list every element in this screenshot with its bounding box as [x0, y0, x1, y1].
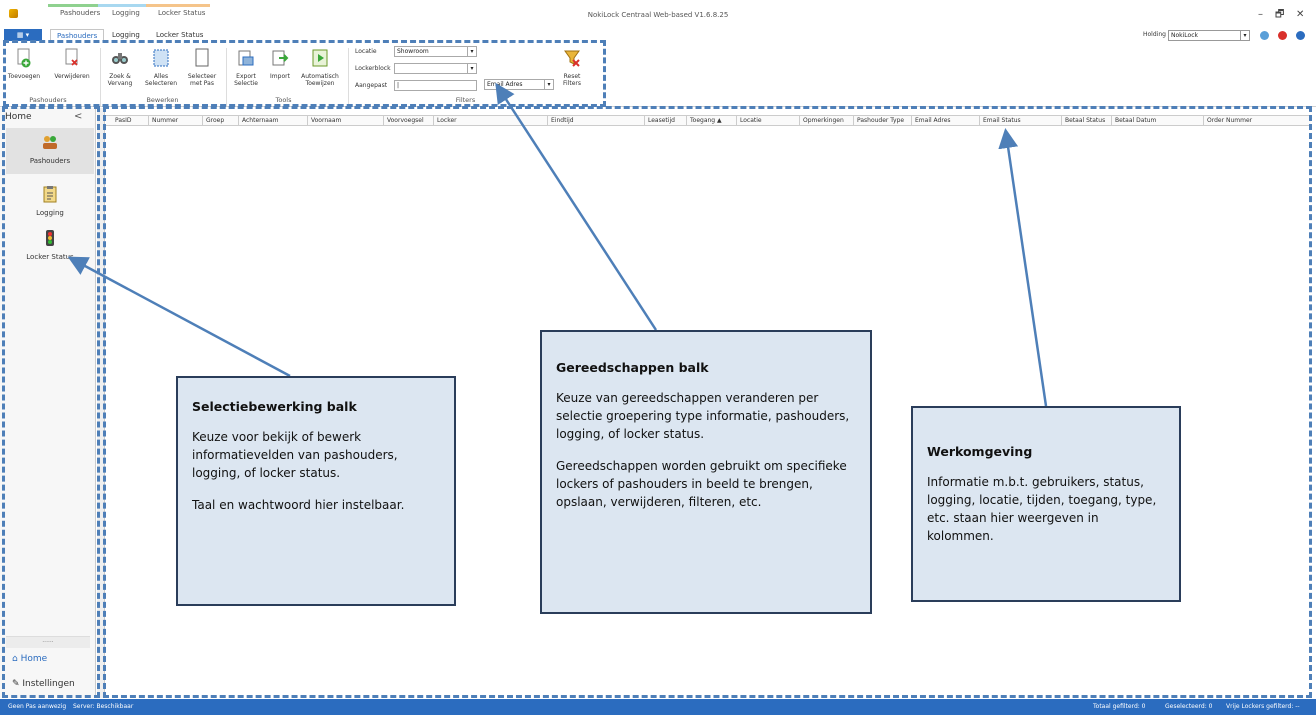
holding-select[interactable]: NokiLock ▾: [1168, 30, 1250, 41]
sidebar-highlight: [2, 106, 100, 698]
callout-text: Informatie m.b.t. gebruikers, status, lo…: [927, 475, 1157, 543]
stop-icon[interactable]: [1278, 31, 1287, 40]
callout-text: Keuze van gereedschappen veranderen per …: [556, 391, 850, 441]
callout-text: Gereedschappen worden gebruikt om specif…: [556, 459, 847, 509]
callout-title: Werkomgeving: [927, 444, 1033, 459]
status-geselecteerd: Geselecteerd: 0: [1165, 703, 1213, 710]
callout-tools-bar: Gereedschappen balk Keuze van gereedscha…: [540, 330, 872, 614]
title-bar: Pashouders Logging Locker Status NokiLoc…: [0, 0, 1316, 28]
callout-title: Selectiebewerking balk: [192, 399, 357, 414]
close-button[interactable]: ✕: [1296, 10, 1304, 20]
callout-title: Gereedschappen balk: [556, 360, 709, 375]
status-totaal: Totaal gefilterd: 0: [1093, 703, 1146, 710]
toolbar-highlight: [3, 40, 606, 107]
window-title: NokiLock Centraal Web-based V1.6.8.25: [587, 11, 729, 19]
refresh-icon[interactable]: [1260, 31, 1269, 40]
callout-selection-bar: Selectiebewerking balk Keuze voor bekijk…: [176, 376, 456, 606]
holding-value: NokiLock: [1171, 32, 1198, 39]
restore-button[interactable]: 🗗: [1275, 10, 1284, 20]
status-vrije-lockers: Vrije Lockers gefilterd: --: [1226, 703, 1300, 710]
info-icon[interactable]: [1296, 31, 1305, 40]
callout-text: Taal en wachtwoord hier instelbaar.: [192, 498, 405, 512]
callout-workspace: Werkomgeving Informatie m.b.t. gebruiker…: [911, 406, 1181, 602]
chevron-down-icon: ▾: [1240, 31, 1249, 40]
status-server: Server: Beschikbaar: [73, 703, 134, 710]
minimize-button[interactable]: –: [1258, 10, 1263, 20]
status-bar: Geen Pas aanwezig Server: Beschikbaar To…: [0, 699, 1316, 715]
status-pas: Geen Pas aanwezig: [8, 703, 67, 710]
holding-label: Holding: [1143, 31, 1166, 38]
callout-text: Keuze voor bekijk of bewerk informatieve…: [192, 430, 398, 480]
